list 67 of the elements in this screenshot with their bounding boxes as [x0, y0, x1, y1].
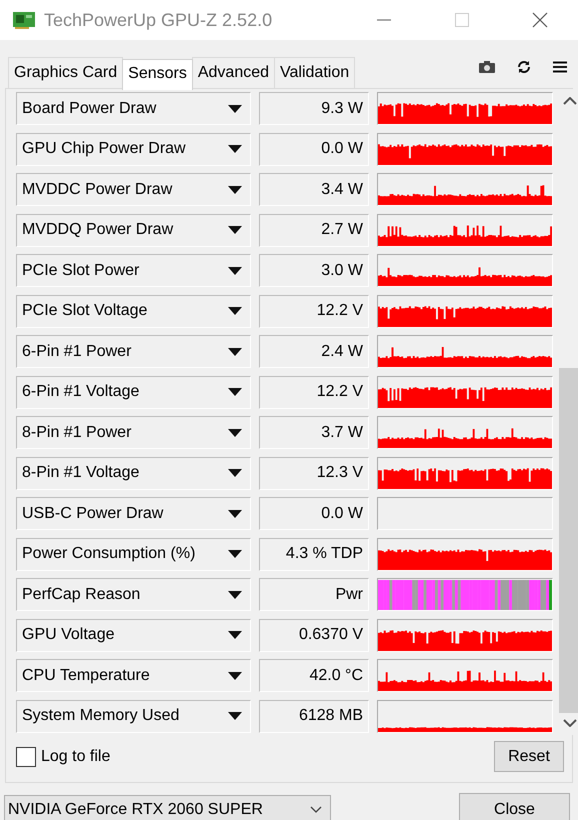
- sensor-value: 42.0 °C: [259, 659, 369, 692]
- sensor-value: 0.6370 V: [259, 618, 369, 652]
- dropdown-arrow-icon: [228, 307, 242, 315]
- sensor-value: 4.3 % TDP: [259, 538, 369, 570]
- sensor-value: 0.0 W: [259, 132, 369, 166]
- chevron-down-icon: [310, 806, 322, 813]
- gpu-select[interactable]: NVIDIA GeForce RTX 2060 SUPER: [4, 795, 331, 820]
- sensor-name-dropdown[interactable]: CPU Temperature: [16, 659, 251, 692]
- sensor-name-dropdown[interactable]: 8-Pin #1 Voltage: [16, 456, 251, 490]
- dropdown-arrow-icon: [228, 226, 242, 234]
- sensor-name-dropdown[interactable]: 8-Pin #1 Power: [16, 416, 251, 449]
- log-checkbox[interactable]: [16, 746, 36, 766]
- camera-icon[interactable]: [479, 61, 495, 73]
- sensor-name-dropdown[interactable]: USB-C Power Draw: [16, 497, 251, 530]
- tab[interactable]: Validation: [274, 57, 356, 88]
- sensor-value: 2.4 W: [259, 335, 369, 368]
- dropdown-arrow-icon: [228, 145, 242, 153]
- scrollbar[interactable]: [559, 89, 578, 735]
- dropdown-arrow-icon: [228, 428, 242, 436]
- scroll-up-icon[interactable]: [562, 97, 576, 105]
- refresh-icon[interactable]: [517, 60, 531, 74]
- dropdown-arrow-icon: [228, 631, 242, 639]
- dropdown-arrow-icon: [228, 104, 242, 112]
- sensor-name-dropdown[interactable]: Power Consumption (%): [16, 538, 251, 570]
- sensor-name-dropdown[interactable]: PCIe Slot Voltage: [16, 294, 251, 328]
- scroll-down-icon[interactable]: [562, 719, 576, 727]
- sensor-value: 12.3 V: [259, 456, 369, 490]
- checkbox-label: Log to file: [41, 748, 110, 766]
- sensor-value: Pwr: [259, 578, 369, 611]
- dropdown-arrow-icon: [228, 672, 242, 680]
- dropdown-arrow-icon: [228, 266, 242, 274]
- sensor-value: 12.2 V: [259, 294, 369, 328]
- sensor-value: 6128 MB: [259, 700, 369, 732]
- sensor-name-dropdown[interactable]: MVDDQ Power Draw: [16, 214, 251, 246]
- sensor-name-dropdown[interactable]: 6-Pin #1 Voltage: [16, 376, 251, 408]
- dropdown-arrow-icon: [228, 348, 242, 356]
- dropdown-arrow-icon: [228, 590, 242, 598]
- sensor-name-dropdown[interactable]: GPU Voltage: [16, 618, 251, 652]
- dropdown-arrow-icon: [228, 388, 242, 396]
- sensor-value: 0.0 W: [259, 497, 369, 530]
- tab[interactable]: Graphics Card: [8, 57, 124, 88]
- sensor-name-dropdown[interactable]: PerfCap Reason: [16, 578, 251, 611]
- sensor-name-dropdown[interactable]: Board Power Draw: [16, 92, 251, 125]
- dropdown-arrow-icon: [228, 186, 242, 194]
- menu-icon[interactable]: [553, 61, 567, 73]
- sensor-value: 3.7 W: [259, 416, 369, 449]
- sensor-value: 2.7 W: [259, 214, 369, 246]
- dropdown-arrow-icon: [228, 469, 242, 477]
- sensor-name-dropdown[interactable]: PCIe Slot Power: [16, 254, 251, 287]
- sensor-name-dropdown[interactable]: 6-Pin #1 Power: [16, 335, 251, 368]
- window-title: TechPowerUp GPU-Z 2.52.0: [44, 10, 272, 30]
- tab[interactable]: Sensors: [122, 59, 193, 90]
- graphics-card-icon: [12, 10, 36, 30]
- reset-button[interactable]: Reset: [494, 741, 564, 772]
- dropdown-arrow-icon: [228, 510, 242, 518]
- dropdown-arrow-icon: [228, 550, 242, 558]
- sensor-name-dropdown[interactable]: GPU Chip Power Draw: [16, 132, 251, 166]
- close-button[interactable]: Close: [459, 793, 570, 820]
- sensor-name-dropdown[interactable]: MVDDC Power Draw: [16, 173, 251, 206]
- sensor-value: 9.3 W: [259, 92, 369, 125]
- scroll-thumb[interactable]: [559, 368, 578, 713]
- sensor-value: 3.0 W: [259, 254, 369, 287]
- dropdown-arrow-icon: [228, 712, 242, 720]
- sensor-value: 3.4 W: [259, 173, 369, 206]
- sensor-value: 12.2 V: [259, 376, 369, 408]
- sensor-name-dropdown[interactable]: System Memory Used: [16, 700, 251, 732]
- close-icon[interactable]: [532, 12, 548, 28]
